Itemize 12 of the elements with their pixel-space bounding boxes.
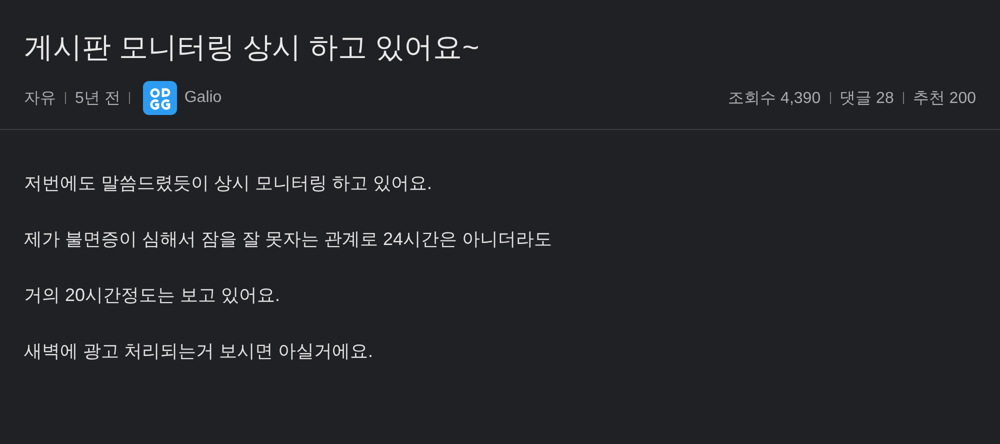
category-label[interactable]: 자유 — [24, 88, 56, 108]
body-paragraph: 거의 20시간정도는 보고 있어요. — [24, 284, 282, 307]
body-paragraph: 새벽에 광고 처리되는거 보시면 아실거에요. — [24, 340, 374, 363]
body-paragraph: 저번에도 말씀드렸듯이 상시 모니터링 하고 있어요. — [24, 172, 434, 195]
post-stat: 댓글 28 — [840, 88, 894, 108]
post-stat: 조회수 4,390 — [728, 88, 821, 108]
post-title: 게시판 모니터링 상시 하고 있어요~ — [24, 31, 480, 66]
body-paragraph: 제가 불면증이 심해서 잠을 잘 못자는 관계로 24시간은 아니더라도 — [24, 228, 554, 251]
post-time: 5년 전 — [75, 88, 120, 108]
author-name[interactable]: Galio — [184, 89, 222, 107]
logo-icon — [143, 81, 178, 115]
post-stat: 추천 200 — [912, 88, 976, 108]
